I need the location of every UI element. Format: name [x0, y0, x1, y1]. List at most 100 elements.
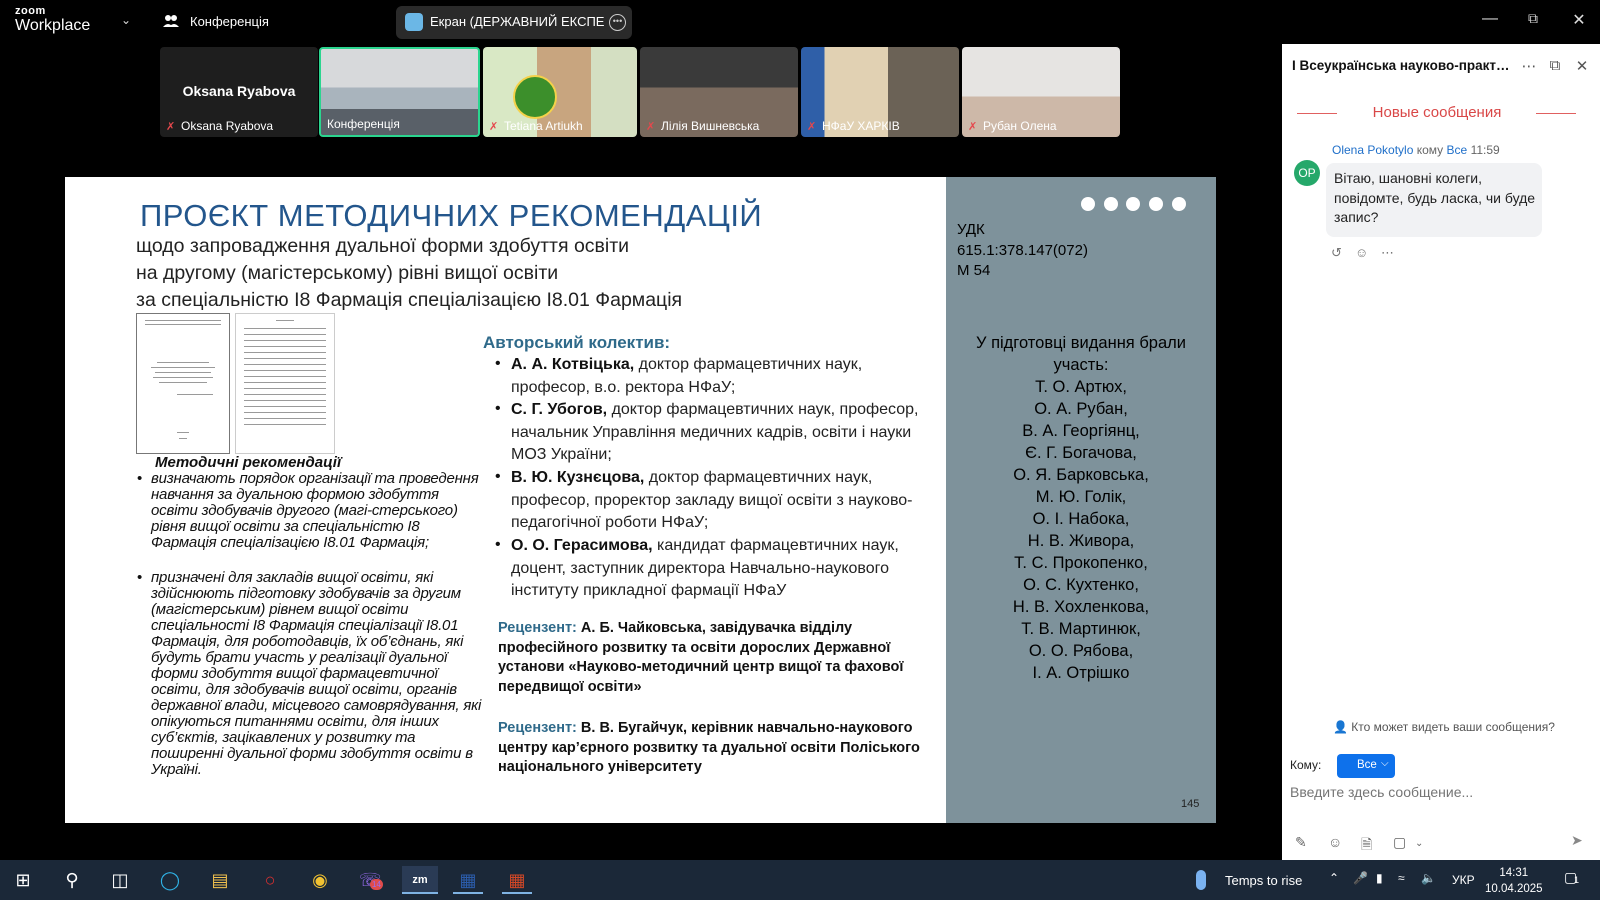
popout-icon[interactable]: ⧉ [1547, 57, 1563, 74]
participant-name: Oksana Ryabova [181, 119, 274, 133]
emoji-icon[interactable]: ☺ [1328, 834, 1342, 850]
mic-muted-icon: ✗ [968, 121, 978, 133]
wifi-icon[interactable]: ≈ [1398, 871, 1405, 885]
book-contents-image [235, 313, 335, 454]
author-item: О. О. Герасимова, кандидат фармацевтични… [511, 535, 941, 603]
close-window-icon[interactable]: ✕ [1569, 10, 1589, 30]
zoom-logo[interactable]: zoom Workplace [15, 6, 90, 34]
participant-tile[interactable]: ✗ Рубан Олена [962, 47, 1120, 137]
more-options-icon[interactable]: ••• [609, 14, 626, 31]
author-item: С. Г. Убогов, доктор фармацевтичних наук… [511, 399, 941, 467]
clock-date: 10.04.2025 [1485, 883, 1543, 895]
preparation-name: О. І. Набока, [1032, 510, 1130, 528]
author-name: С. Г. Убогов, [511, 401, 608, 418]
opera-icon[interactable]: ○ [255, 866, 285, 894]
reviewer-label: Рецензент: [498, 720, 577, 736]
format-icon[interactable]: ✎ [1295, 834, 1307, 851]
add-reaction-icon[interactable]: ☺ [1355, 245, 1368, 260]
send-icon[interactable]: ➤ [1571, 832, 1583, 849]
slide-title: ПРОЄКТ МЕТОДИЧНИХ РЕКОМЕНДАЦІЙ [140, 198, 763, 233]
viber-badge: 14 [370, 879, 383, 890]
message-input[interactable] [1290, 784, 1580, 800]
more-icon[interactable]: ⋯ [1521, 57, 1537, 75]
chevron-down-icon[interactable]: ⌄ [1415, 838, 1423, 849]
meeting-name[interactable]: Конференція [190, 14, 269, 29]
notification-icon[interactable]: ▢ 1 [1564, 869, 1586, 891]
logo-image [513, 75, 557, 119]
recipient-select[interactable]: Все ⌵ [1337, 754, 1395, 778]
preparation-name: Н. В. Живора, [1027, 532, 1135, 550]
mic-muted-icon: ✗ [166, 121, 176, 133]
more-icon[interactable]: ⋯ [1381, 245, 1394, 261]
preparation-name: Т. О. Артюх, [1035, 378, 1127, 396]
udk-code: УДК 615.1:378.147(072) М 54 [957, 221, 1088, 279]
file-explorer-icon[interactable]: ▤ [205, 866, 235, 894]
bullet: • [495, 536, 501, 553]
reply-icon[interactable]: ↺ [1331, 245, 1342, 261]
message-sender[interactable]: Olena Pokotylo [1332, 143, 1413, 157]
decor-dot [1172, 197, 1186, 211]
reviewer-label: Рецензент: [498, 620, 577, 636]
slide-subtitle: щодо запровадження дуальної форми здобут… [136, 235, 630, 257]
brand-line1: zoom [15, 5, 46, 17]
battery-icon[interactable]: ▮ [1376, 871, 1383, 885]
participant-tile[interactable]: ✗ Tetiana Artiukh [483, 47, 637, 137]
divider [1536, 113, 1576, 114]
preparation-heading: У підготовці видання брали участь: [976, 334, 1186, 374]
zoom-icon[interactable]: zm [402, 866, 438, 894]
chat-title: І Всеукраїнська науково-практична... [1292, 58, 1517, 73]
people-icon: 👤 [1333, 720, 1348, 734]
screenshot-icon[interactable]: ▢ [1393, 834, 1406, 851]
preparation-name: О. Я. Барковська, [1013, 466, 1149, 484]
participant-tile[interactable]: ✗ НФаУ ХАРКІВ [801, 47, 959, 137]
bullet: • [495, 355, 501, 372]
restore-icon[interactable]: ⧉ [1523, 10, 1543, 27]
recommendations-heading: Методичні рекомендації [155, 454, 342, 471]
preparation-name: Є. Г. Богачова, [1025, 444, 1137, 462]
message-target[interactable]: Все [1447, 143, 1468, 157]
slide-subtitle: за спеціальністю І8 Фармація спеціалізац… [136, 289, 683, 311]
decor-dot [1126, 197, 1140, 211]
viber-icon[interactable]: ☏ 14 [355, 866, 385, 894]
bullet: • [137, 470, 143, 487]
language-indicator[interactable]: УКР [1452, 873, 1475, 887]
microphone-icon[interactable]: 🎤 [1353, 871, 1368, 885]
preparation-list: Т. О. Артюх, О. А. Рубан, В. А. Георгіянц,… [956, 376, 1206, 684]
reviewer-item: Рецензент: В. В. Бугайчук, керівник навч… [498, 719, 943, 778]
chevron-down-icon[interactable]: ⌄ [121, 13, 131, 27]
participant-name: Конференція [327, 117, 400, 131]
message-text: Вітаю, шановні колеги, повідомте, будь л… [1334, 170, 1536, 225]
share-screen-label: Екран (ДЕРЖАВНИЙ ЕКСПЕРТНИЙ [430, 14, 604, 29]
brand-line2: Workplace [15, 17, 91, 34]
recommendation-item: визначають порядок організації та провед… [151, 470, 479, 551]
volume-icon[interactable]: 🔈 [1421, 871, 1436, 885]
participant-big-name: Oksana Ryabova [182, 83, 296, 99]
windows-start-icon[interactable]: ⊞ [8, 866, 38, 894]
recommendation-item: призначені для закладів вищої освіти, як… [151, 569, 482, 778]
author-name: В. Ю. Кузнєцова, [511, 469, 645, 486]
task-view-icon[interactable]: ◫ [105, 866, 135, 894]
participants-icon [163, 15, 179, 27]
word-icon[interactable]: ▦ [453, 866, 483, 894]
weather-icon[interactable] [1196, 870, 1206, 890]
weather-text[interactable]: Temps to rise [1225, 873, 1302, 888]
participant-name: Tetiana Artiukh [504, 119, 583, 133]
chrome-icon[interactable]: ◉ [305, 866, 335, 894]
minimize-icon[interactable]: — [1480, 10, 1500, 28]
avatar[interactable]: OP [1294, 160, 1320, 186]
participant-tile[interactable]: Конференція [319, 47, 480, 137]
participant-tile[interactable]: Oksana Ryabova ✗ Oksana Ryabova [160, 47, 318, 137]
who-can-see-link[interactable]: 👤 Кто может видеть ваши сообщения? [1333, 720, 1555, 734]
chevron-down-icon: ⌵ [1381, 758, 1389, 769]
participant-tile[interactable]: ✗ Лілія Вишневська [640, 47, 798, 137]
search-icon[interactable]: ⚲ [57, 866, 87, 894]
clock[interactable]: 14:31 10.04.2025 [1485, 865, 1543, 897]
edge-icon[interactable]: ◯ [155, 866, 185, 894]
author-name: А. А. Котвіцька, [511, 356, 635, 373]
close-icon[interactable]: ✕ [1574, 57, 1590, 75]
message-meta: Olena Pokotylo кому Все 11:59 [1332, 143, 1500, 157]
chevron-up-icon[interactable]: ⌃ [1329, 871, 1339, 885]
file-icon[interactable]: 🗎 [1361, 834, 1372, 858]
powerpoint-icon[interactable]: ▦ [502, 866, 532, 894]
decor-dot [1149, 197, 1163, 211]
